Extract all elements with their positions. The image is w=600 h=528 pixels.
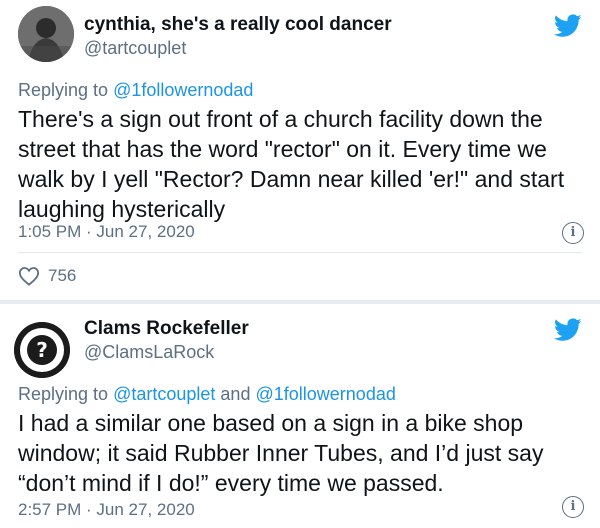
info-icon[interactable]: i	[562, 222, 584, 244]
timestamp[interactable]: 2:57 PM · Jun 27, 2020	[18, 500, 195, 520]
avatar-image: ?	[14, 322, 70, 378]
divider	[18, 252, 582, 253]
reply-to-link[interactable]: @1followernodad	[113, 80, 253, 100]
display-name[interactable]: cynthia, she's a really cool dancer	[84, 14, 392, 36]
svg-text:?: ?	[36, 338, 48, 362]
avatar[interactable]	[18, 6, 74, 62]
avatar-image	[18, 6, 74, 62]
reply-prefix: Replying to	[18, 80, 109, 100]
timestamp[interactable]: 1:05 PM · Jun 27, 2020	[18, 222, 195, 242]
reply-and: and	[220, 384, 251, 404]
twitter-bird-icon[interactable]	[554, 318, 582, 342]
reply-context: Replying to @1followernodad	[18, 80, 253, 101]
reply-to-link[interactable]: @1followernodad	[255, 384, 395, 404]
tweet-card: cynthia, she's a really cool dancer @tar…	[0, 0, 600, 300]
tweet-card: ? Clams Rockefeller @ClamsLaRock Replyin…	[0, 304, 600, 528]
twitter-bird-icon[interactable]	[554, 14, 582, 38]
like-count: 756	[48, 266, 77, 285]
reply-prefix: Replying to	[18, 384, 109, 404]
reply-context: Replying to @tartcouplet and @1followern…	[18, 384, 396, 405]
user-handle[interactable]: @tartcouplet	[84, 38, 186, 59]
reply-to-link[interactable]: @tartcouplet	[113, 384, 215, 404]
display-name[interactable]: Clams Rockefeller	[84, 318, 249, 340]
tweet-text: I had a similar one based on a sign in a…	[18, 410, 544, 496]
heart-icon	[18, 267, 40, 286]
user-handle[interactable]: @ClamsLaRock	[84, 342, 214, 363]
avatar[interactable]: ?	[14, 322, 70, 378]
tweet-text: There's a sign out front of a church fac…	[18, 106, 565, 222]
info-icon[interactable]: i	[562, 496, 584, 518]
